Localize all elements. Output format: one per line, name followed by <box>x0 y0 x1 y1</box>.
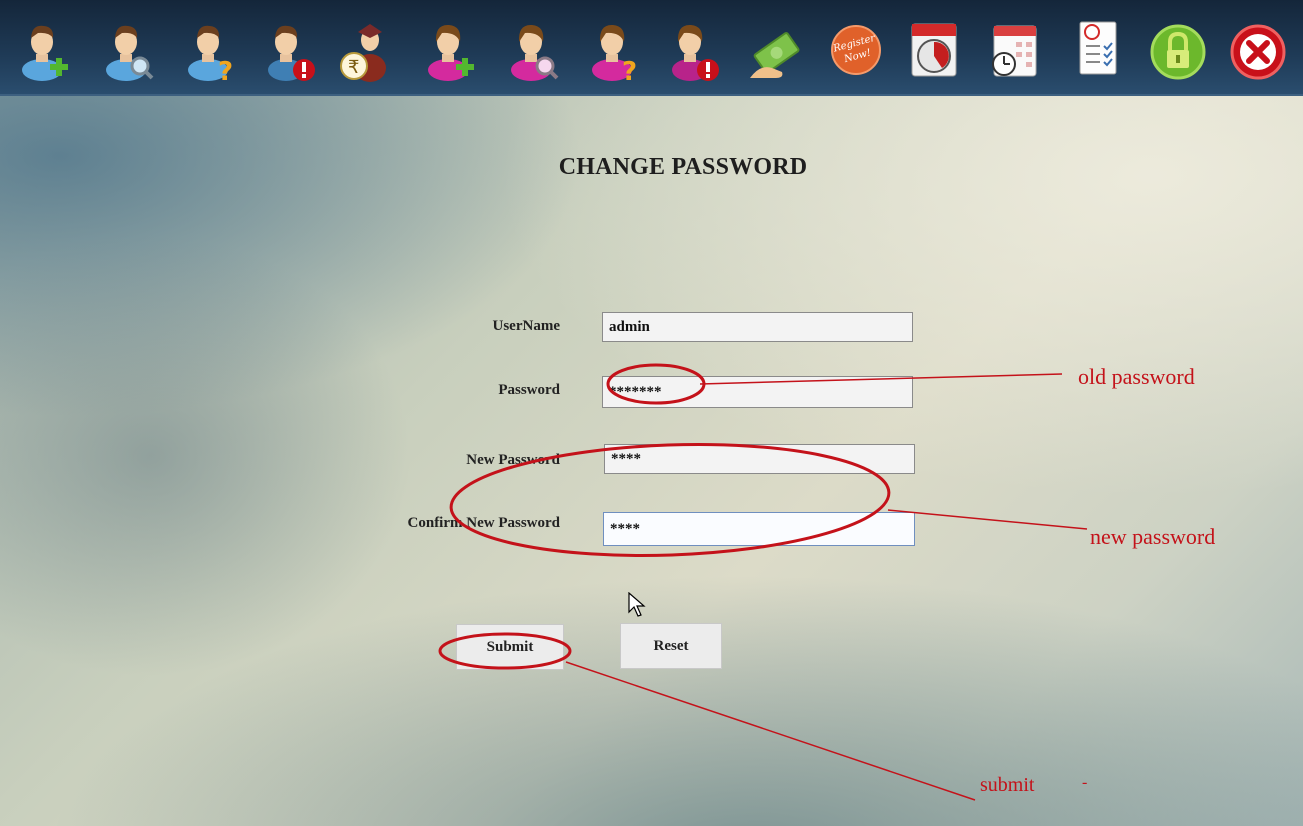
svg-text:?: ? <box>218 57 233 87</box>
old-password-annotation: old password <box>1078 364 1195 389</box>
svg-text:₹: ₹ <box>348 57 359 78</box>
search-staff-icon[interactable] <box>505 8 561 88</box>
submit-annotation: submit <box>980 774 1035 796</box>
submit-button[interactable]: Submit <box>456 624 564 670</box>
calendar-clock-icon[interactable] <box>906 8 962 88</box>
payment-icon[interactable] <box>746 8 802 88</box>
register-new-icon[interactable]: Register Now! <box>828 8 884 88</box>
search-student-icon[interactable] <box>100 8 156 88</box>
new-password-annotation: new password <box>1090 524 1216 549</box>
confirm-password-label: Confirm New Password <box>407 515 560 531</box>
reset-button[interactable]: Reset <box>620 623 722 669</box>
delete-student-icon[interactable] <box>262 8 318 88</box>
dash-annotation: - <box>1082 774 1088 791</box>
main-panel: CHANGE PASSWORD UserName Password New Pa… <box>0 96 1303 826</box>
new-password-field[interactable] <box>604 444 915 474</box>
lock-icon[interactable] <box>1150 8 1206 88</box>
mouse-cursor-icon <box>628 592 646 617</box>
confirm-password-field[interactable] <box>603 512 915 546</box>
new-password-label: New Password <box>466 452 560 468</box>
close-icon[interactable] <box>1230 8 1286 88</box>
delete-staff-icon[interactable] <box>666 8 722 88</box>
report-checklist-icon[interactable] <box>1070 8 1126 88</box>
schedule-icon[interactable] <box>986 8 1042 88</box>
add-staff-icon[interactable] <box>422 8 478 88</box>
student-fee-icon[interactable]: ₹ <box>336 8 392 88</box>
toolbar: ? ₹ ? Register Now! <box>0 0 1303 96</box>
svg-text:?: ? <box>622 57 637 87</box>
staff-help-icon[interactable]: ? <box>586 8 642 88</box>
page-title: CHANGE PASSWORD <box>558 154 808 180</box>
add-student-icon[interactable] <box>16 8 72 88</box>
password-label: Password <box>498 382 560 398</box>
old-password-field[interactable] <box>602 376 913 408</box>
student-help-icon[interactable]: ? <box>182 8 238 88</box>
username-label: UserName <box>492 318 560 334</box>
username-field[interactable] <box>602 312 913 342</box>
